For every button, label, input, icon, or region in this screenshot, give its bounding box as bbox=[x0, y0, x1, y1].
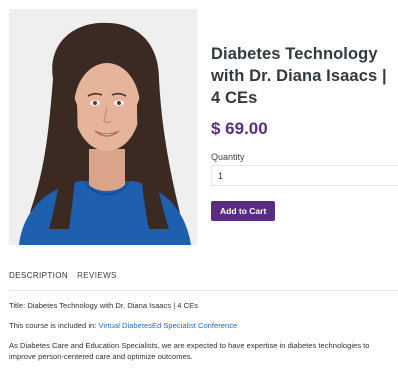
description-title-value: Diabetes Technology with Dr. Diana Isaac… bbox=[27, 301, 198, 310]
quantity-label: Quantity bbox=[211, 152, 245, 162]
product-title: Diabetes Technology with Dr. Diana Isaac… bbox=[211, 45, 387, 107]
product-image[interactable] bbox=[9, 9, 197, 245]
add-to-cart-button[interactable]: Add to Cart bbox=[211, 201, 276, 221]
conference-link[interactable]: Virtual DiabetesEd Specialist Conference bbox=[99, 321, 238, 330]
tabs-divider bbox=[9, 290, 398, 291]
tab-description[interactable]: DESCRIPTION bbox=[9, 271, 68, 280]
description-intro: As Diabetes Care and Education Specialis… bbox=[9, 341, 370, 361]
product-details: Diabetes Technology with Dr. Diana Isaac… bbox=[211, 43, 398, 221]
product-tabs: DESCRIPTION REVIEWS bbox=[9, 271, 117, 280]
product-price: $ 69.00 bbox=[211, 119, 268, 138]
tab-reviews[interactable]: REVIEWS bbox=[77, 271, 117, 280]
description-title-label: Title: bbox=[9, 301, 26, 310]
description-panel: Title: Diabetes Technology with Dr. Dian… bbox=[9, 300, 398, 369]
description-title-line: Title: Diabetes Technology with Dr. Dian… bbox=[9, 300, 398, 311]
description-included-line: This course is included in: Virtual Diab… bbox=[9, 320, 398, 331]
portrait-illustration bbox=[9, 9, 197, 245]
description-included-label: This course is included in: bbox=[9, 321, 97, 330]
quantity-input[interactable] bbox=[211, 165, 398, 186]
